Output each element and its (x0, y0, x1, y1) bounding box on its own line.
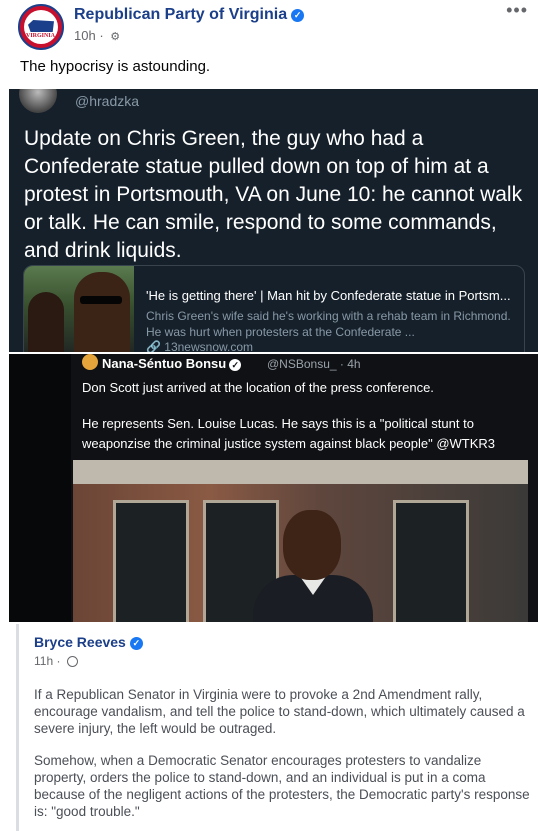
tweet-line-2: He represents Sen. Louise Lucas. He says… (82, 416, 496, 451)
tweet-screenshot-1[interactable]: @hradzka Update on Chris Green, the guy … (9, 89, 538, 352)
gear-icon[interactable]: ⚙ (110, 30, 120, 43)
press-conference-photo (73, 460, 528, 622)
shared-post: Bryce Reeves ✓ 11h · If a Republican Sena… (16, 624, 538, 831)
tweet-author-avatar (82, 354, 98, 370)
link-card-url-text: 13newsnow.com (164, 340, 253, 352)
person-left (28, 292, 64, 352)
shared-time[interactable]: 11h (34, 654, 53, 668)
building-window (113, 500, 189, 622)
page-name[interactable]: Republican Party of Virginia ✓ (74, 6, 305, 24)
tweet-text: Update on Chris Green, the guy who had a… (24, 127, 523, 262)
sunglasses (80, 296, 122, 304)
tweet-avatar (19, 89, 57, 113)
verified-badge-icon: ✓ (291, 9, 305, 22)
tweet-handle: @hradzka (75, 93, 140, 109)
building-canopy (73, 460, 528, 484)
tweet-author-name: Nana-Séntuo Bonsu (102, 356, 227, 371)
link-card-title: 'He is getting there' | Man hit by Confe… (146, 288, 511, 303)
dark-margin (9, 354, 71, 622)
shared-author-name[interactable]: Bryce Reeves (34, 634, 126, 650)
post-meta: 10h · ⚙ (74, 28, 121, 43)
building-window (393, 500, 469, 622)
link-card-photo (24, 266, 134, 352)
virginia-map-icon (28, 20, 54, 32)
tweet-screenshot-2[interactable]: Nana-Séntuo Bonsu ✓ @NSBonsu_ · 4h Don Sc… (9, 354, 538, 622)
globe-icon[interactable] (66, 656, 78, 667)
shared-author[interactable]: Bryce Reeves ✓ (34, 634, 143, 650)
post-time[interactable]: 10h (74, 28, 96, 43)
verified-badge-icon: ✓ (229, 359, 242, 371)
tweet-line-1: Don Scott just arrived at the location o… (82, 380, 434, 395)
link-card-description: Chris Green's wife said he's working wit… (146, 309, 511, 339)
more-options-button[interactable]: ••• (506, 0, 528, 21)
shared-meta: 11h · (34, 654, 78, 668)
person-right (74, 272, 130, 352)
post-header: VIRGINIA Republican Party of Virginia ✓ 1… (0, 0, 538, 56)
shared-paragraph-2: Somehow, when a Democratic Senator encou… (34, 753, 530, 819)
tweet-author: Nana-Séntuo Bonsu ✓ (102, 356, 242, 371)
man-head (283, 510, 341, 580)
avatar-logo-text: VIRGINIA (26, 33, 56, 39)
page-avatar[interactable]: VIRGINIA (18, 4, 64, 50)
tweet-author-handle: @NSBonsu_ · 4h (267, 357, 361, 371)
post-caption: The hypocrisy is astounding. (20, 58, 211, 75)
verified-badge-icon: ✓ (129, 637, 143, 650)
link-card: 'He is getting there' | Man hit by Confe… (23, 265, 525, 352)
link-card-url: 🔗 13newsnow.com (146, 340, 253, 352)
page-name-label[interactable]: Republican Party of Virginia (74, 6, 287, 23)
link-icon: 🔗 (146, 340, 165, 352)
shared-paragraph-1: If a Republican Senator in Virginia were… (34, 687, 525, 736)
